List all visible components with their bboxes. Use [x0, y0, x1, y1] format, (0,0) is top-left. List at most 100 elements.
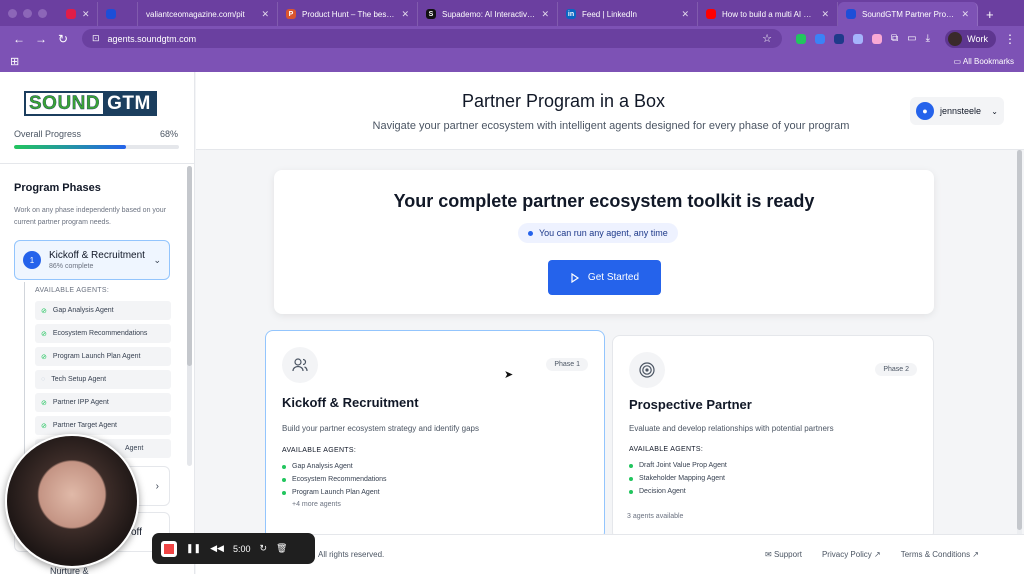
card-title: Prospective Partner [629, 397, 752, 412]
overall-progress-label: Overall Progress [14, 129, 82, 139]
close-icon[interactable]: ✕ [821, 9, 829, 20]
extension-icon[interactable] [796, 33, 806, 44]
mouse-cursor-icon: ➤ [504, 369, 514, 381]
phase-item-kickoff-recruitment[interactable]: 1 Kickoff & Recruitment 86% complete ⌄ [14, 240, 170, 280]
get-started-button[interactable]: Get Started [548, 260, 661, 295]
extension-icon[interactable] [872, 33, 882, 44]
phase-card-prospective-partner[interactable]: Phase 2 Prospective Partner Evaluate and… [612, 335, 934, 540]
agent-item-program-launch-plan[interactable]: ⊘ Program Launch Plan Agent [35, 347, 171, 366]
new-tab-button[interactable]: + [978, 7, 1002, 26]
available-agents-label: AVAILABLE AGENTS: [282, 447, 357, 454]
close-icon[interactable]: ✕ [82, 9, 90, 20]
rewind-icon[interactable]: ◀◀ [210, 543, 224, 554]
pause-icon[interactable]: ❚❚ [186, 543, 201, 554]
agent-item-gap-analysis[interactable]: ⊘ Gap Analysis Agent [35, 301, 171, 320]
program-phases-heading: Program Phases [14, 182, 101, 194]
hero-title: Your complete partner ecosystem toolkit … [393, 191, 815, 211]
phase-badge: Phase 2 [875, 363, 917, 376]
agent-item-tech-setup[interactable]: ○ Tech Setup Agent [35, 370, 171, 389]
tab-1[interactable] [98, 2, 138, 26]
download-icon[interactable]: ⤓ [926, 33, 930, 44]
chevron-right-icon[interactable]: › [156, 481, 159, 492]
privacy-label: Privacy Policy [821, 550, 872, 559]
agents-list: AVAILABLE AGENTS: ⊘ Gap Analysis Agent ⊘ E… [24, 282, 171, 462]
page-header: Partner Program in a Box Navigate your p… [196, 72, 1024, 150]
tab-7-active[interactable]: SoundGTM Partner Program ✕ [838, 2, 978, 26]
profile-label: Work [967, 33, 988, 44]
stop-record-button[interactable] [161, 540, 177, 557]
program-phases-description: Work on any phase independently based on… [14, 207, 167, 226]
divider [0, 163, 194, 164]
record-timer: 5:00 [232, 543, 251, 554]
extension-icon[interactable] [815, 33, 825, 44]
card-title: Kickoff & Recruitment [282, 395, 419, 410]
copyright-text: All rights reserved. [318, 550, 385, 559]
support-link[interactable]: ✉ Support [765, 550, 802, 559]
sidepanel-icon[interactable]: ▭ [907, 33, 916, 44]
profile-button[interactable]: Work [945, 29, 996, 48]
site-info-icon[interactable]: ⊡ [92, 33, 100, 44]
webcam-bubble[interactable] [5, 434, 139, 568]
bookmark-star-icon[interactable]: ☆ [762, 32, 772, 45]
close-icon[interactable]: ✕ [961, 9, 969, 20]
apps-grid-icon[interactable]: ⊞ [10, 55, 19, 68]
tab-5[interactable]: in Feed | LinkedIn ✕ [558, 2, 698, 26]
agent-name: Program Launch Plan Agent [292, 489, 380, 496]
check-circle-icon: ⊘ [41, 330, 47, 338]
puzzle-icon[interactable]: ⧉ [891, 33, 898, 44]
agent-name: Program Launch Plan Agent [52, 353, 141, 360]
close-icon[interactable]: ✕ [541, 9, 549, 20]
agent-item-ecosystem-recommendations[interactable]: ⊘ Ecosystem Recommendations [35, 324, 171, 343]
agent-name: Ecosystem Recommendations [292, 476, 387, 483]
window-controls[interactable] [8, 9, 47, 18]
close-icon[interactable]: ✕ [681, 9, 689, 20]
privacy-policy-link[interactable]: Privacy Policy ↗ [822, 550, 881, 559]
phase-card-kickoff-recruitment[interactable]: Phase 1 Kickoff & Recruitment Build your… [265, 330, 605, 540]
available-agents-label: AVAILABLE AGENTS: [35, 287, 110, 294]
all-bookmarks-button[interactable]: ▭ All Bookmarks [954, 57, 1014, 66]
agent-item-partner-target[interactable]: ⊘ Partner Target Agent [35, 416, 171, 435]
agent-item-partner-ipp[interactable]: ⊘ Partner IPP Agent [35, 393, 171, 412]
scrollbar-thumb[interactable] [1017, 150, 1022, 530]
available-agents-label: AVAILABLE AGENTS: [629, 446, 704, 453]
tab-3[interactable]: P Product Hunt – The best new ✕ [278, 2, 418, 26]
terms-link[interactable]: Terms & Conditions ↗ [901, 550, 979, 559]
soundgtm-logo[interactable]: SOUND GTM [24, 91, 157, 116]
scrollbar-thumb[interactable] [187, 166, 192, 366]
page-subtitle: Navigate your partner ecosystem with int… [372, 120, 850, 132]
agent-name: Partner Target Agent [52, 422, 117, 429]
list-item: Decision Agent [629, 485, 727, 498]
user-menu-button[interactable]: ● jennsteele ⌄ [910, 97, 1004, 125]
linkedin-icon: in [566, 9, 576, 19]
restart-icon[interactable]: ↻ [259, 543, 267, 554]
tab-6[interactable]: How to build a multi AI agent ✕ [698, 2, 838, 26]
kebab-menu-icon[interactable]: ⋮ [1004, 32, 1016, 46]
close-icon[interactable]: ✕ [401, 9, 409, 20]
hero-card: Your complete partner ecosystem toolkit … [274, 170, 934, 314]
tab-4[interactable]: S Supademo: AI Interactive Pro ✕ [418, 2, 558, 26]
url-field[interactable]: ⊡ agents.soundgtm.com ☆ [82, 29, 782, 48]
check-circle-icon: ⊘ [41, 353, 47, 361]
sidebar-scrollbar[interactable] [187, 166, 192, 466]
reload-icon[interactable]: ↻ [52, 32, 74, 46]
trash-icon[interactable]: 🗑 [276, 543, 287, 554]
external-link-icon: ↗ [874, 550, 881, 559]
play-icon [571, 272, 580, 283]
tab-2[interactable]: valiantceomagazine.com/pit ✕ [138, 2, 278, 26]
check-circle-icon: ⊘ [41, 399, 47, 407]
logo-text-gtm: GTM [103, 93, 155, 114]
forward-arrow-icon[interactable]: → [30, 32, 52, 46]
extension-icon[interactable] [853, 33, 863, 44]
mail-icon: ✉ [765, 550, 772, 559]
chevron-down-icon: ⌄ [991, 106, 998, 116]
tab-0[interactable]: ✕ [58, 2, 98, 26]
browser-tab-strip: ✕ valiantceomagazine.com/pit ✕ P Product H… [0, 0, 1024, 26]
tab-title: Supademo: AI Interactive Pro [442, 9, 535, 19]
phase-status: 86% complete [49, 263, 94, 270]
back-arrow-icon[interactable]: ← [8, 32, 30, 46]
main-scrollbar[interactable] [1017, 150, 1022, 534]
close-icon[interactable]: ✕ [261, 9, 269, 20]
extension-icon[interactable] [834, 33, 844, 44]
chevron-down-icon[interactable]: ⌄ [153, 255, 161, 266]
check-circle-icon: ⊘ [41, 307, 47, 315]
